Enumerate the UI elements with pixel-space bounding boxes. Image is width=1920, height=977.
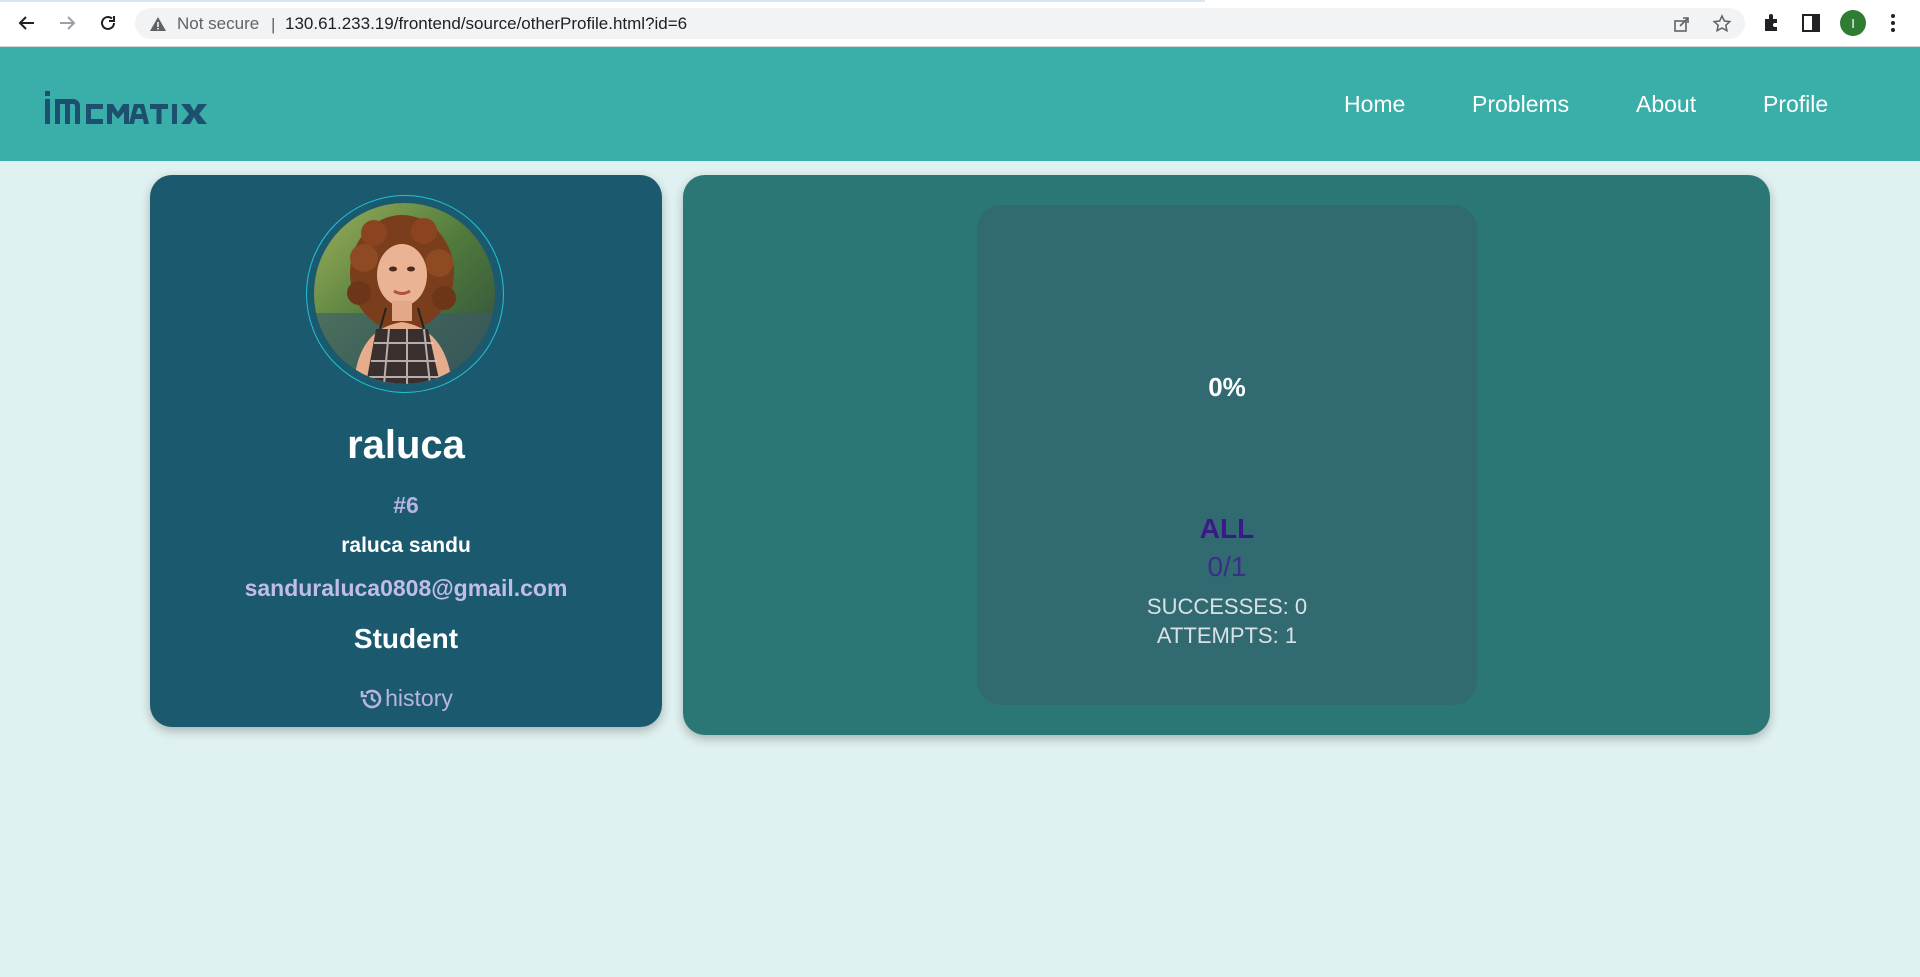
url-text[interactable]: 130.61.233.19/frontend/source/otherProfi… [285, 14, 687, 34]
nav-problems[interactable]: Problems [1472, 91, 1569, 118]
reload-icon [101, 15, 115, 30]
site-header: Home Problems About Profile [0, 47, 1920, 161]
side-panel-icon[interactable] [1800, 12, 1822, 34]
tab-strip-edge [0, 0, 1205, 2]
back-button[interactable] [14, 10, 40, 36]
profile-email: sanduraluca0808@gmail.com [244, 575, 568, 601]
arrow-left-icon [18, 16, 34, 30]
history-link[interactable]: history [150, 685, 662, 712]
profile-rank: #6 [393, 492, 419, 518]
avatar [314, 203, 495, 384]
profile-username: raluca [347, 423, 465, 467]
solved-ratio: 0/1 [1207, 551, 1247, 582]
successes-count: SUCCESSES: 0 [1146, 594, 1308, 619]
stats-panel: 0% ALL 0/1 SUCCESSES: 0 ATTEMPTS: 1 [683, 175, 1770, 735]
avatar-frame [306, 195, 504, 393]
share-icon[interactable] [1672, 14, 1692, 34]
site-logo[interactable] [44, 89, 234, 127]
browser-profile-avatar[interactable]: I [1840, 10, 1866, 36]
avatar-photo [314, 203, 495, 384]
profile-role: Student [353, 623, 459, 654]
attempts-count: ATTEMPTS: 1 [1156, 623, 1298, 648]
browser-toolbar: Not secure | 130.61.233.19/frontend/sour… [0, 0, 1920, 47]
more-menu-icon[interactable] [1882, 12, 1904, 34]
stat-card-all: 0% ALL 0/1 SUCCESSES: 0 ATTEMPTS: 1 [977, 205, 1477, 705]
profile-card: raluca #6 raluca sandu sanduraluca0808@g… [150, 175, 662, 727]
history-icon [360, 689, 382, 708]
warning-icon [150, 17, 166, 31]
history-label: history [385, 685, 453, 711]
profile-full-name: raluca sandu [341, 534, 471, 557]
nav-profile[interactable]: Profile [1763, 91, 1828, 118]
bookmark-star-icon[interactable] [1712, 14, 1732, 34]
reload-button[interactable] [95, 10, 121, 36]
security-label[interactable]: Not secure [177, 14, 259, 34]
address-bar[interactable]: Not secure | 130.61.233.19/frontend/sour… [135, 8, 1745, 39]
category-label: ALL [1199, 513, 1255, 544]
nav-about[interactable]: About [1636, 91, 1696, 118]
nav-home[interactable]: Home [1344, 91, 1405, 118]
arrow-right-icon [60, 16, 76, 30]
progress-percent: 0% [1208, 372, 1246, 402]
extensions-icon[interactable] [1760, 12, 1782, 34]
url-separator: | [271, 15, 276, 34]
forward-button[interactable] [54, 10, 80, 36]
